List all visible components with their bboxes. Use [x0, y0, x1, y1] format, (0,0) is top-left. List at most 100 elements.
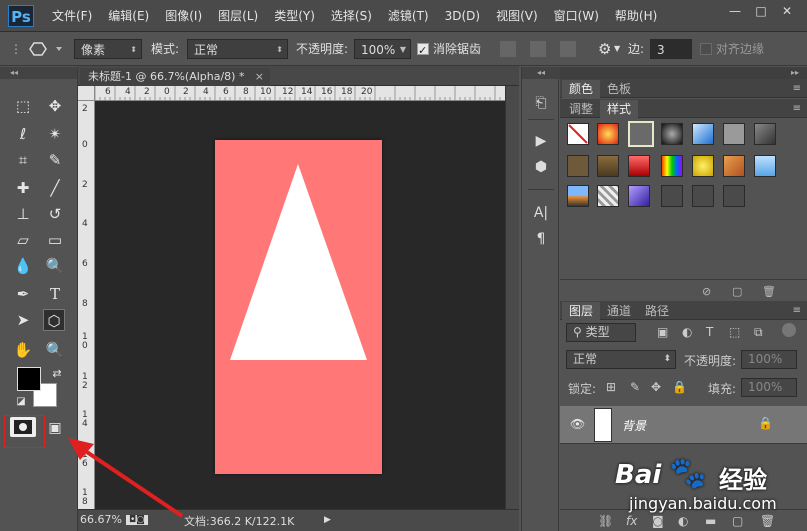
filter-adjustment-icon[interactable]: ◐: [682, 325, 692, 339]
screen-mode-icon[interactable]: ▣: [44, 417, 66, 439]
dodge-icon[interactable]: 🔍: [44, 255, 66, 277]
status-menu-arrow-icon[interactable]: ▶: [324, 515, 331, 525]
maximize-button[interactable]: □: [749, 2, 773, 20]
menu-layer[interactable]: 图层(L): [210, 0, 266, 32]
filter-pixel-icon[interactable]: ▣: [657, 325, 668, 339]
style-swatch[interactable]: [597, 185, 619, 207]
collapse-icons-icon[interactable]: ◂◂: [522, 67, 560, 79]
move-icon[interactable]: ✥: [44, 95, 66, 117]
eyedropper-icon[interactable]: ✎: [44, 149, 66, 171]
style-swatch[interactable]: [597, 123, 619, 145]
style-swatch[interactable]: [661, 185, 683, 207]
menu-help[interactable]: 帮助(H): [607, 0, 665, 32]
menu-file[interactable]: 文件(F): [44, 0, 100, 32]
quick-mask-icon[interactable]: [10, 417, 36, 437]
align-edges-checkbox[interactable]: 对齐边缘: [700, 39, 764, 59]
style-swatch[interactable]: [754, 123, 776, 145]
lasso-icon[interactable]: ℓ: [12, 123, 34, 145]
path-selection-icon[interactable]: ➤: [12, 309, 34, 331]
panel-menu-icon[interactable]: ≡: [793, 301, 801, 320]
style-swatch[interactable]: [692, 123, 714, 145]
actions-play-icon[interactable]: ▶: [531, 131, 551, 151]
layer-filter-dropdown[interactable]: ⚲ 类型: [566, 323, 636, 342]
tab-styles[interactable]: 样式: [600, 100, 639, 118]
tab-channels[interactable]: 通道: [600, 302, 638, 320]
vertical-ruler[interactable]: 2 0 2 4 6 8 1 0 1 2 1 4 1 6 1 8: [78, 101, 95, 509]
mode-dropdown[interactable]: 正常 ⬍: [187, 39, 288, 59]
antialias-checkbox[interactable]: 消除锯齿: [417, 39, 481, 61]
style-swatch[interactable]: [628, 155, 650, 177]
blend-mode-dropdown[interactable]: 正常 ⬍: [566, 350, 676, 369]
trash-icon[interactable]: 🗑: [762, 285, 776, 298]
menu-view[interactable]: 视图(V): [488, 0, 546, 32]
filter-shape-icon[interactable]: ⬚: [729, 325, 740, 339]
opacity-field[interactable]: 100% ▼: [354, 39, 411, 59]
style-swatch[interactable]: [723, 155, 745, 177]
style-swatch[interactable]: [567, 155, 589, 177]
lock-all-icon[interactable]: 🔒: [672, 380, 687, 394]
layer-name[interactable]: 背景: [622, 417, 646, 434]
path-arrangement-icon[interactable]: [560, 41, 576, 57]
style-swatch[interactable]: [628, 185, 650, 207]
close-button[interactable]: ✕: [775, 2, 799, 20]
horizontal-ruler[interactable]: 6 4 2 0 2 4 6 8 10 12 14 16 18 20: [95, 86, 505, 101]
lock-pixels-icon[interactable]: ✎: [630, 380, 640, 394]
style-swatch[interactable]: [661, 123, 683, 145]
magic-wand-icon[interactable]: ✴: [44, 123, 66, 145]
collapse-panels-icon[interactable]: ▸▸: [560, 67, 807, 79]
tab-adjustments[interactable]: 调整: [562, 100, 600, 118]
type-icon[interactable]: T: [44, 283, 66, 305]
swap-colors-icon[interactable]: ⇄: [46, 363, 68, 385]
path-alignment-icon[interactable]: [530, 41, 546, 57]
style-swatch[interactable]: [661, 155, 683, 177]
style-swatch[interactable]: [723, 185, 745, 207]
tool-preset-picker[interactable]: [26, 39, 66, 59]
hand-icon[interactable]: ✋: [12, 339, 34, 361]
tab-paths[interactable]: 路径: [638, 302, 676, 320]
chevron-down-icon[interactable]: ▼: [614, 39, 620, 59]
eraser-icon[interactable]: ▱: [12, 229, 34, 251]
marquee-icon[interactable]: ⬚: [12, 95, 34, 117]
style-swatch[interactable]: [754, 155, 776, 177]
history-panel-icon[interactable]: ⎗: [531, 93, 551, 113]
lock-position-icon[interactable]: ✥: [651, 380, 661, 394]
eye-icon[interactable]: 👁: [570, 417, 585, 431]
crop-icon[interactable]: ⌗: [12, 149, 34, 171]
filter-type-icon[interactable]: T: [706, 325, 713, 339]
filter-smart-object-icon[interactable]: ⧉: [754, 325, 763, 340]
menu-3d[interactable]: 3D(D): [437, 0, 488, 32]
panel-menu-icon[interactable]: ≡: [793, 79, 801, 98]
minimize-button[interactable]: —: [723, 2, 747, 20]
canvas-area[interactable]: [95, 101, 505, 509]
lock-transparency-icon[interactable]: ⊞: [606, 380, 616, 394]
character-panel-icon[interactable]: A|: [531, 203, 551, 223]
style-none[interactable]: [567, 123, 589, 145]
style-swatch[interactable]: [692, 185, 714, 207]
default-colors-icon[interactable]: ◪: [10, 391, 32, 413]
clone-stamp-icon[interactable]: ⊥: [12, 203, 34, 225]
tab-layers[interactable]: 图层: [562, 302, 601, 320]
new-style-icon[interactable]: ▢: [732, 285, 742, 298]
pen-icon[interactable]: ✒: [12, 283, 34, 305]
filter-toggle-icon[interactable]: [782, 323, 796, 337]
document-tab[interactable]: 未标题-1 @ 66.7%(Alpha/8) * ×: [80, 68, 270, 86]
3d-cube-icon[interactable]: ⬢: [531, 157, 551, 177]
close-tab-icon[interactable]: ×: [255, 68, 264, 86]
style-swatch[interactable]: [567, 185, 589, 207]
zoom-icon[interactable]: 🔍: [44, 339, 66, 361]
paragraph-panel-icon[interactable]: ¶: [531, 229, 551, 249]
history-brush-icon[interactable]: ↺: [44, 203, 66, 225]
path-operations-icon[interactable]: [500, 41, 516, 57]
foreground-color-swatch[interactable]: [17, 367, 41, 391]
menu-edit[interactable]: 编辑(E): [100, 0, 157, 32]
style-swatch-selected[interactable]: [628, 121, 654, 147]
vertical-scrollbar[interactable]: [505, 86, 519, 509]
tab-swatches[interactable]: 色板: [600, 80, 638, 98]
menu-image[interactable]: 图像(I): [157, 0, 210, 32]
menu-select[interactable]: 选择(S): [323, 0, 380, 32]
gradient-icon[interactable]: ▭: [44, 229, 66, 251]
style-swatch[interactable]: [597, 155, 619, 177]
blur-icon[interactable]: 💧: [12, 255, 34, 277]
style-swatch[interactable]: [723, 123, 745, 145]
brush-icon[interactable]: ╱: [44, 177, 66, 199]
